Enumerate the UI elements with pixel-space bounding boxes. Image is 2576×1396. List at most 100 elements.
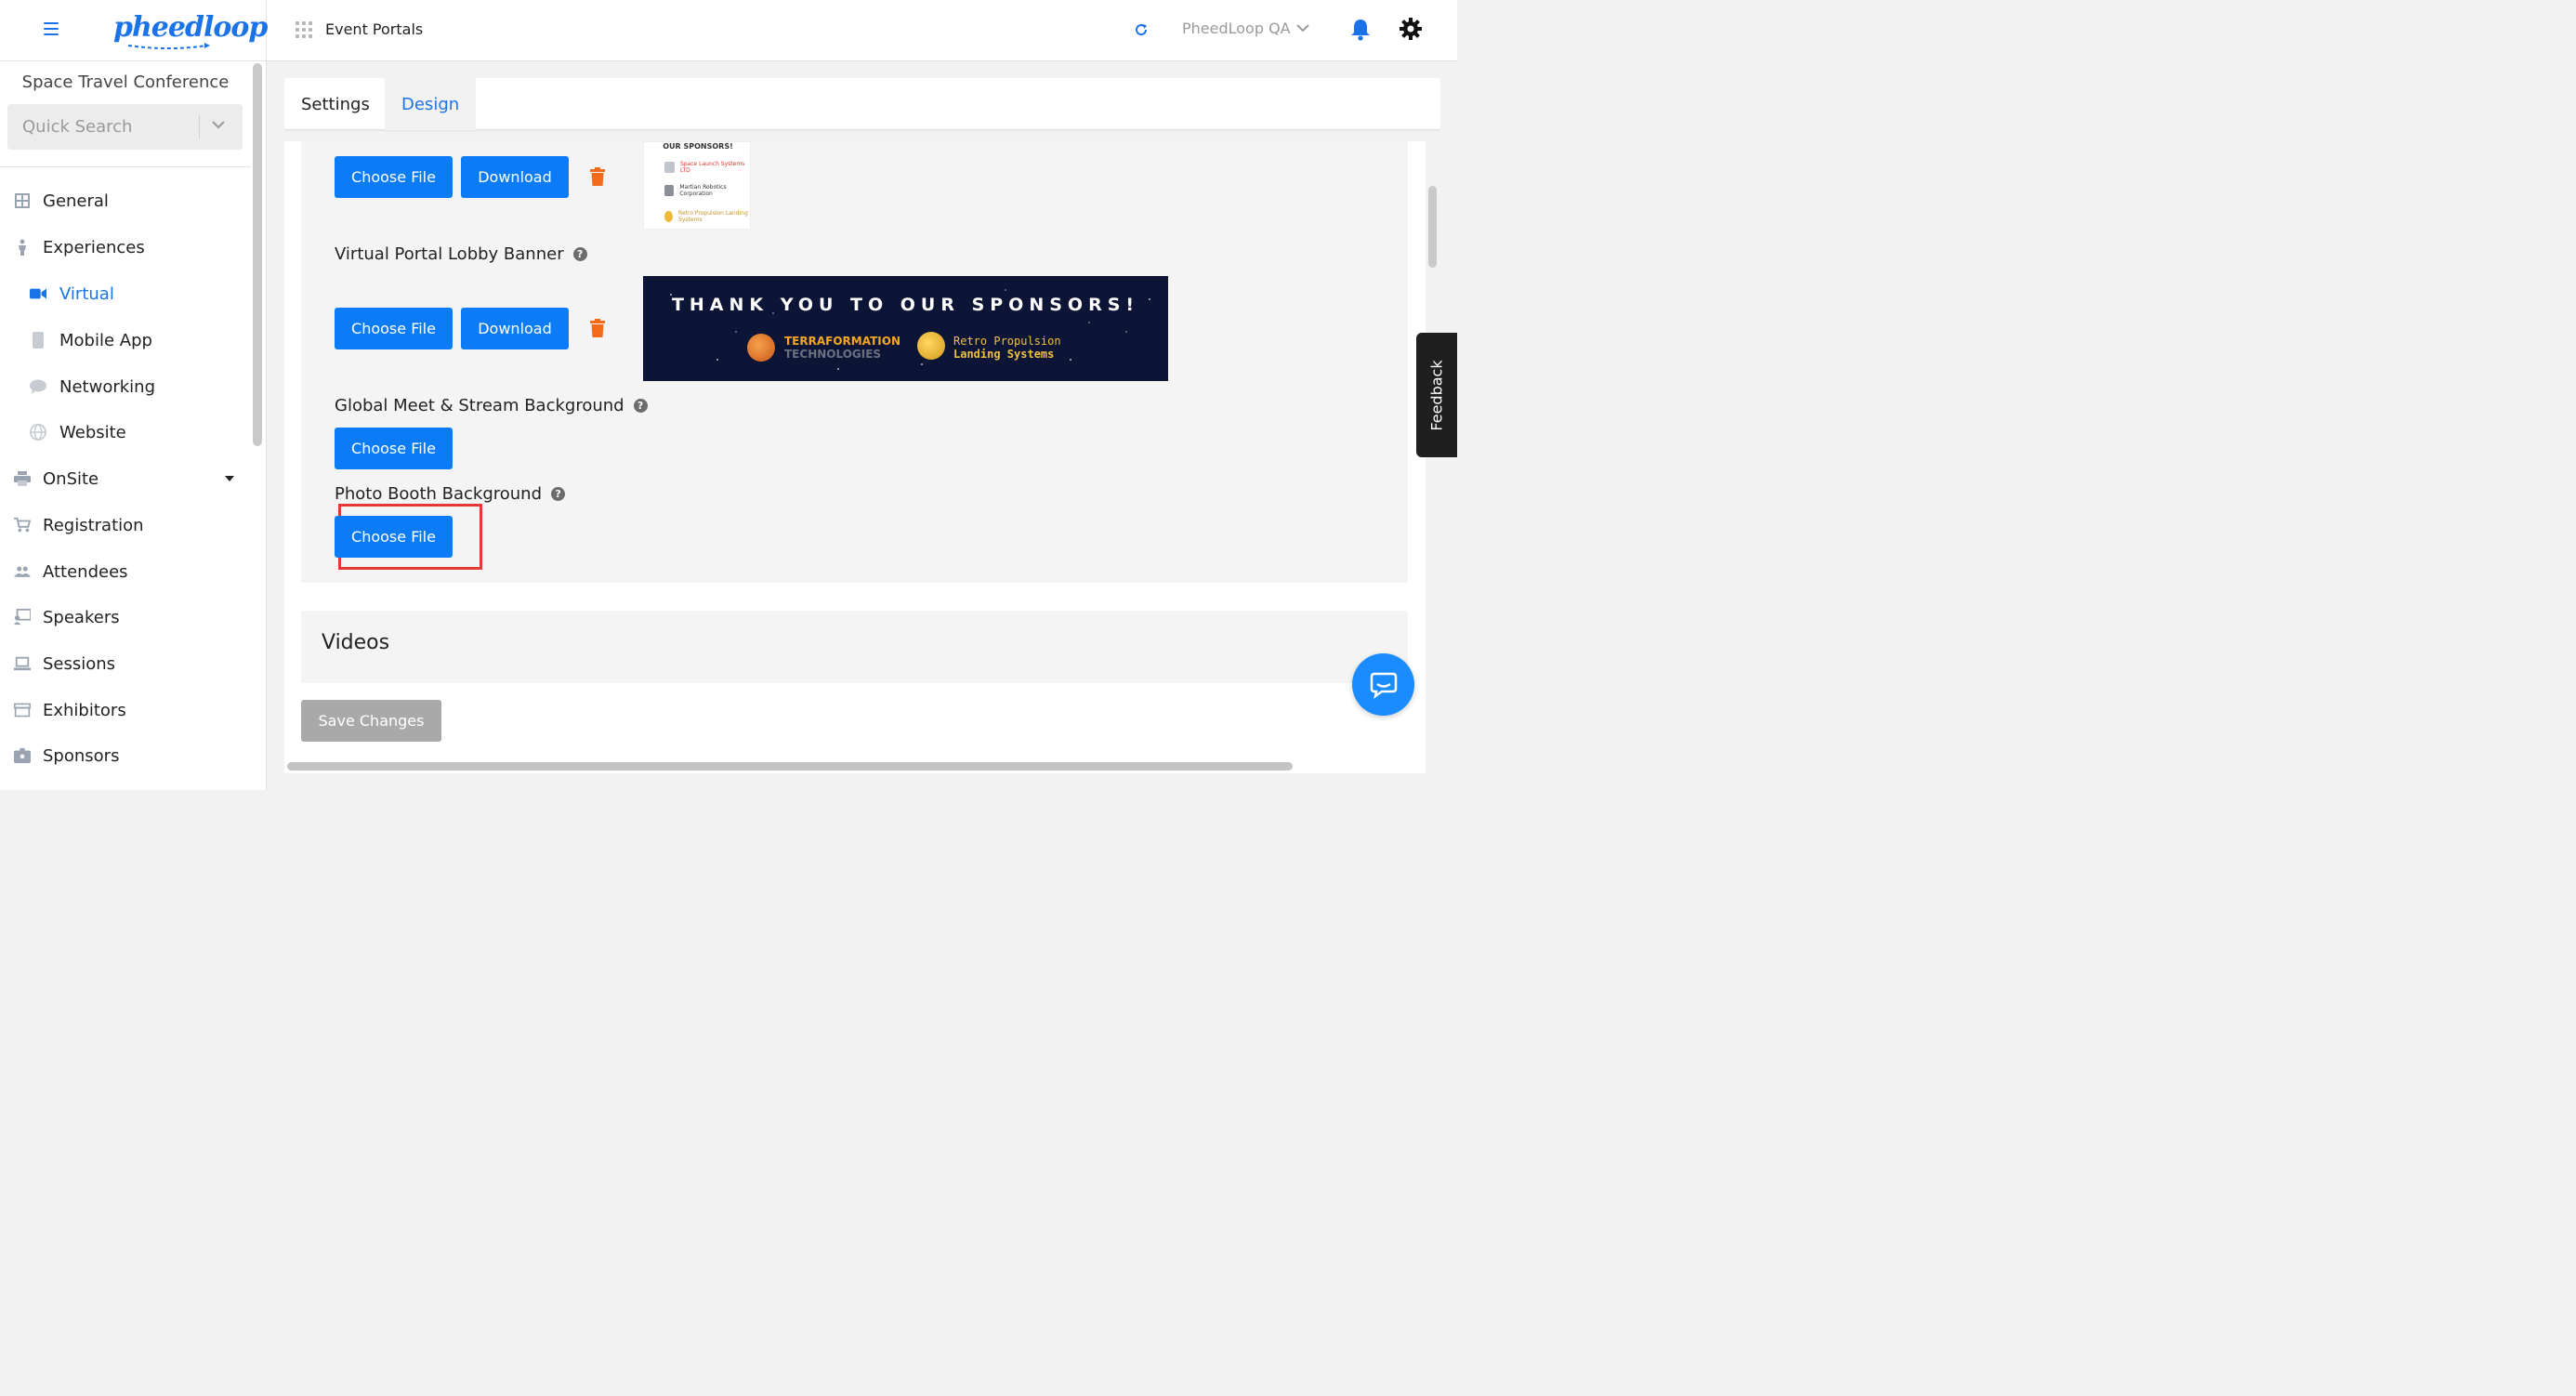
banner-sponsor-2: Retro Propulsion Landing Systems bbox=[953, 335, 1061, 361]
banner-sponsor-1: TERRAFORMATION TECHNOLOGIES bbox=[784, 335, 900, 361]
download-button[interactable]: Download bbox=[461, 308, 569, 349]
horizontal-scrollbar[interactable] bbox=[287, 762, 1293, 770]
starfield bbox=[670, 289, 1150, 370]
banner-sponsor-1-line2: TECHNOLOGIES bbox=[784, 348, 882, 361]
quick-search-select[interactable]: Quick Search bbox=[7, 104, 243, 150]
lobby-banner-label: Virtual Portal Lobby Banner ? bbox=[335, 244, 587, 264]
sponsor-preview-row: Space Launch Systems LTD bbox=[664, 161, 750, 174]
org-selector[interactable]: PheedLoop QA bbox=[1182, 20, 1309, 37]
chat-button[interactable] bbox=[1352, 653, 1414, 716]
banner-sponsor-2-line1: Retro Propulsion bbox=[953, 335, 1061, 348]
laptop-icon bbox=[14, 655, 31, 672]
sidebar-item-attendees[interactable]: Attendees bbox=[0, 553, 251, 590]
sponsor-image-preview: OUR SPONSORS! Space Launch Systems LTD M… bbox=[643, 141, 751, 230]
sidebar-item-sessions[interactable]: Sessions bbox=[0, 645, 251, 682]
tab-settings[interactable]: Settings bbox=[284, 78, 387, 130]
sidebar-item-onsite[interactable]: OnSite bbox=[0, 460, 251, 497]
sidebar-item-label: Attendees bbox=[43, 561, 128, 582]
cart-icon bbox=[14, 517, 31, 533]
videos-section[interactable]: Videos bbox=[301, 611, 1408, 683]
caret-down-icon[interactable] bbox=[225, 476, 234, 481]
top-bar: pheedloop Event Portals PheedLoop QA bbox=[0, 0, 1457, 61]
apps-grid-icon bbox=[296, 20, 312, 38]
choose-file-button[interactable]: Choose File bbox=[335, 428, 453, 469]
sidebar-item-networking[interactable]: Networking bbox=[0, 368, 251, 405]
settings-tabs: Settings Design bbox=[284, 78, 1440, 130]
presenter-icon bbox=[14, 609, 31, 626]
help-icon[interactable]: ? bbox=[551, 487, 566, 501]
sidebar: Space Travel Conference Quick Search Gen… bbox=[0, 61, 267, 790]
download-button[interactable]: Download bbox=[461, 156, 569, 198]
event-portals-menu[interactable]: Event Portals bbox=[296, 20, 423, 38]
meet-stream-label: Global Meet & Stream Background ? bbox=[335, 396, 648, 415]
sponsor-preview-title: OUR SPONSORS! bbox=[663, 142, 733, 151]
chevron-down-icon bbox=[1295, 24, 1309, 33]
badge-icon bbox=[14, 747, 31, 764]
banner-sponsor-1-line1: TERRAFORMATION bbox=[784, 335, 900, 348]
sidebar-item-exhibitors[interactable]: Exhibitors bbox=[0, 691, 251, 729]
pheedloop-logo[interactable]: pheedloop bbox=[113, 9, 268, 52]
sidebar-item-label: Website bbox=[59, 422, 126, 442]
search-divider bbox=[199, 115, 200, 138]
logo-swoosh bbox=[127, 43, 210, 49]
choose-file-button[interactable]: Choose File bbox=[335, 308, 453, 349]
chevron-down-icon[interactable] bbox=[212, 121, 225, 129]
printer-icon bbox=[14, 470, 31, 487]
quick-search-placeholder: Quick Search bbox=[22, 117, 133, 137]
sidebar-item-label: General bbox=[43, 191, 109, 211]
meet-stream-label-text: Global Meet & Stream Background bbox=[335, 396, 624, 415]
person-icon bbox=[14, 239, 31, 256]
gear-icon[interactable] bbox=[1399, 17, 1423, 41]
sidebar-item-label: OnSite bbox=[43, 468, 99, 489]
photo-booth-label: Photo Booth Background ? bbox=[335, 484, 566, 504]
save-changes-button[interactable]: Save Changes bbox=[301, 700, 441, 742]
feedback-label: Feedback bbox=[1427, 359, 1446, 431]
sponsor-preview-row-text: Retro Propulsion Landing Systems bbox=[678, 210, 748, 223]
help-icon[interactable]: ? bbox=[633, 399, 648, 413]
sidebar-item-label: Sessions bbox=[43, 653, 116, 674]
feedback-tab[interactable]: Feedback bbox=[1416, 333, 1457, 457]
images-card: Choose File Download OUR SPONSORS! Space… bbox=[301, 141, 1408, 583]
trash-icon[interactable] bbox=[590, 319, 605, 337]
sidebar-item-label: Experiences bbox=[43, 237, 145, 257]
photo-booth-label-text: Photo Booth Background bbox=[335, 484, 543, 504]
help-icon[interactable]: ? bbox=[572, 247, 587, 261]
planet-logo bbox=[747, 334, 775, 362]
trash-icon[interactable] bbox=[590, 167, 605, 186]
sidebar-item-experiences[interactable]: Experiences bbox=[0, 229, 251, 266]
sidebar-item-label: Exhibitors bbox=[43, 700, 126, 720]
sidebar-item-website[interactable]: Website bbox=[0, 414, 251, 451]
globe-icon bbox=[30, 424, 46, 441]
banner-sponsor-2-line2: Landing Systems bbox=[953, 348, 1055, 361]
sponsor-preview-row: Retro Propulsion Landing Systems bbox=[664, 210, 750, 223]
sidebar-item-virtual[interactable]: Virtual bbox=[0, 275, 251, 312]
menu-icon[interactable] bbox=[44, 22, 59, 35]
sponsor-preview-row: Martian Robotics Corporation bbox=[664, 184, 750, 197]
sponsor-preview-row-text: Martian Robotics Corporation bbox=[679, 184, 727, 197]
bell-icon[interactable] bbox=[1349, 18, 1372, 42]
lobby-banner-preview: THANK YOU TO OUR SPONSORS! TERRAFORMATIO… bbox=[643, 276, 1168, 381]
videos-heading: Videos bbox=[322, 631, 390, 654]
sidebar-item-label: Mobile App bbox=[59, 330, 152, 350]
banner-headline: THANK YOU TO OUR SPONSORS! bbox=[671, 295, 1140, 315]
vertical-scrollbar[interactable] bbox=[1428, 186, 1437, 268]
lobby-banner-label-text: Virtual Portal Lobby Banner bbox=[335, 244, 564, 264]
sidebar-item-label: Sponsors bbox=[43, 745, 120, 766]
brand-area: pheedloop bbox=[0, 0, 268, 61]
photo-booth-choose-file-button[interactable]: Choose File bbox=[335, 516, 453, 558]
chat-bubble-icon bbox=[30, 378, 46, 395]
sidebar-item-speakers[interactable]: Speakers bbox=[0, 599, 251, 636]
sidebar-item-sponsors[interactable]: Sponsors bbox=[0, 737, 251, 774]
design-content: Choose File Download OUR SPONSORS! Space… bbox=[284, 141, 1426, 773]
sidebar-item-registration[interactable]: Registration bbox=[0, 507, 251, 544]
sidebar-divider bbox=[0, 166, 251, 167]
sidebar-item-general[interactable]: General bbox=[0, 182, 251, 219]
org-name: PheedLoop QA bbox=[1182, 20, 1291, 37]
refresh-icon[interactable] bbox=[1133, 21, 1150, 38]
tab-design[interactable]: Design bbox=[385, 78, 477, 130]
sidebar-scrollbar[interactable] bbox=[253, 63, 262, 446]
choose-file-button[interactable]: Choose File bbox=[335, 156, 453, 198]
people-icon bbox=[14, 563, 31, 580]
storefront-icon bbox=[14, 702, 31, 718]
sidebar-item-mobile-app[interactable]: Mobile App bbox=[0, 322, 251, 359]
